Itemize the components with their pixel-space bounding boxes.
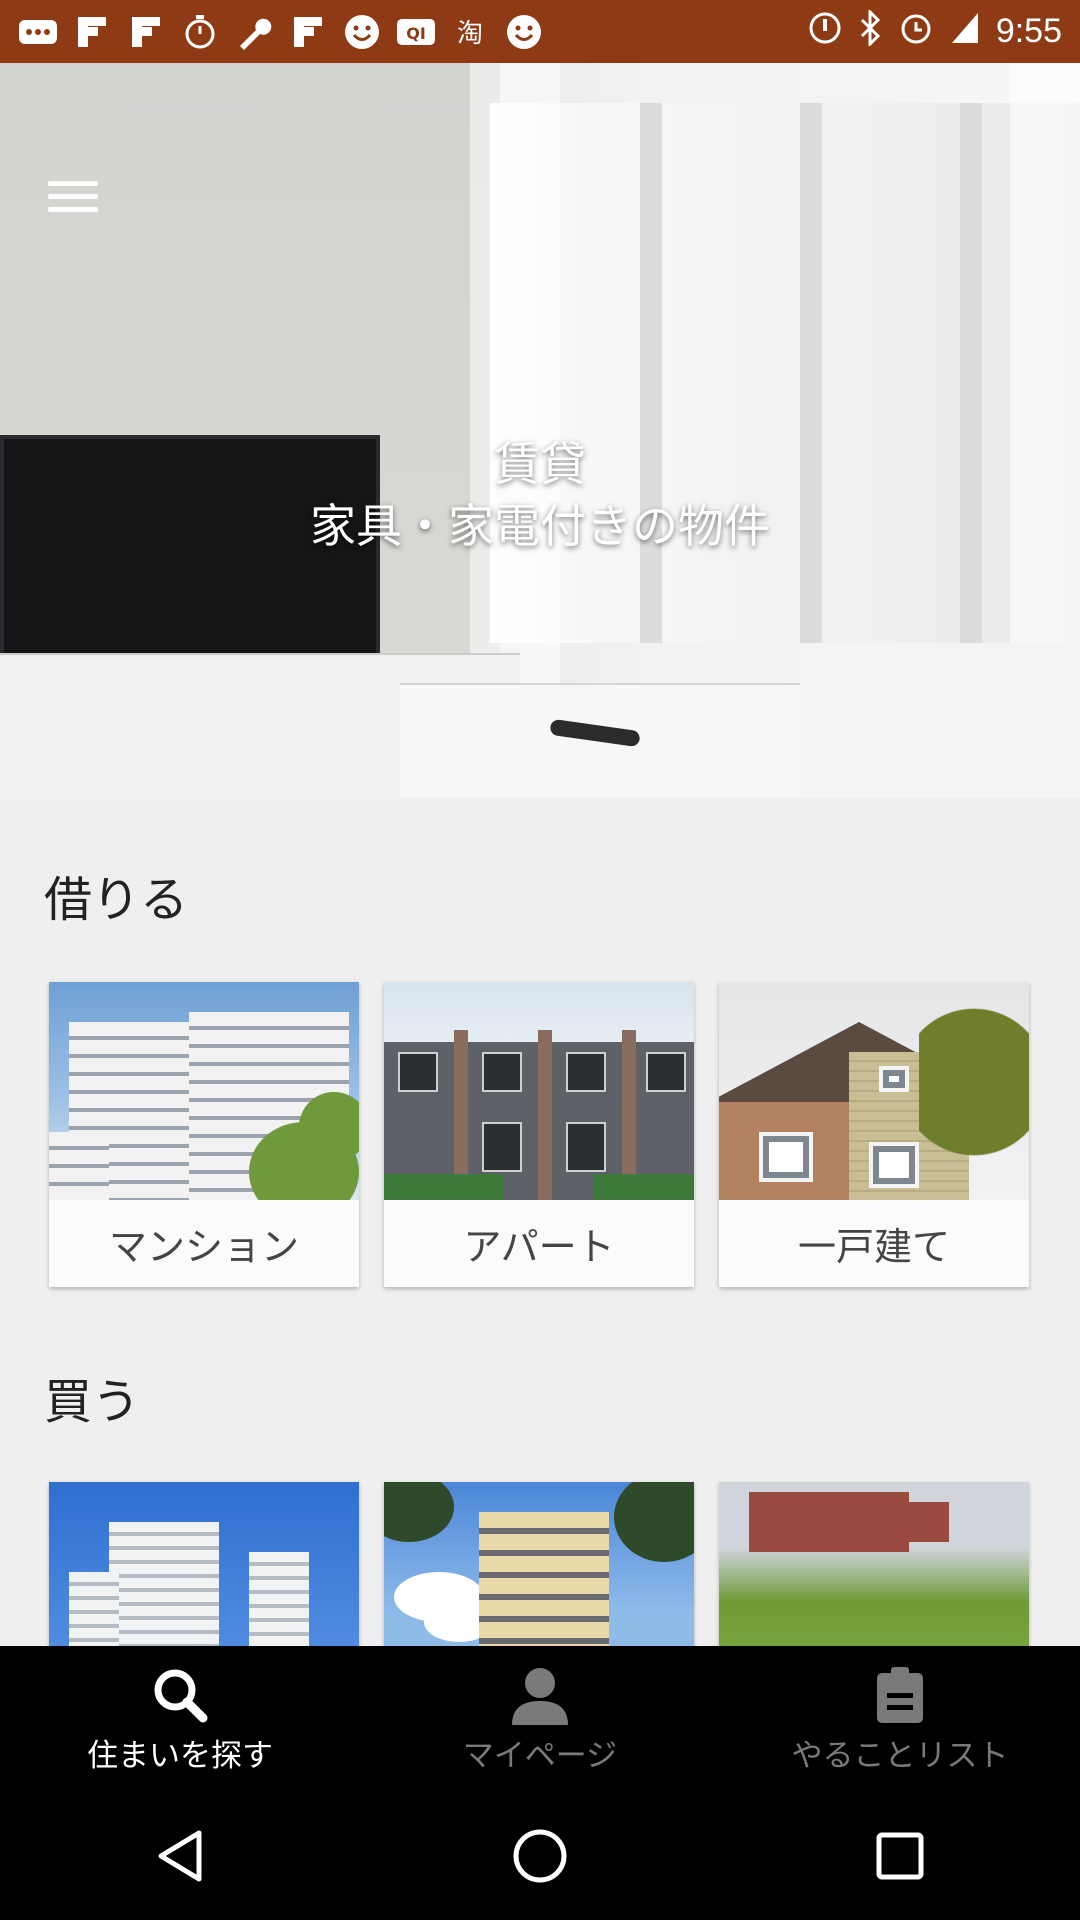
flipboard-icon (72, 12, 112, 52)
svg-text:QI: QI (406, 24, 426, 43)
nav-mypage-label: マイページ (462, 1737, 618, 1774)
signal-icon (950, 11, 980, 53)
taobao-icon: 淘 (450, 12, 490, 52)
back-triangle-icon (158, 1830, 202, 1882)
house-photo (719, 982, 1029, 1200)
nav-search-home-label: 住まいを探す (87, 1737, 273, 1774)
clipboard-icon (875, 1664, 925, 1726)
battery-saver-icon (808, 11, 842, 53)
system-navigation-bar (0, 1792, 1080, 1920)
hero-title-line1: 賃貸 (494, 437, 586, 491)
bluetooth-icon (858, 7, 882, 54)
mansion-label: マンション (49, 1200, 359, 1287)
apartment-card[interactable]: アパート (384, 982, 694, 1287)
hero-carousel[interactable]: 賃貸 家具・家電付きの物件 (0, 63, 1080, 798)
person-icon (510, 1664, 570, 1726)
home-button[interactable] (495, 1811, 585, 1901)
rent-section-title: 借りる (44, 872, 189, 928)
clock: 9:55 (995, 12, 1062, 50)
qq-icon: QI (396, 12, 436, 52)
status-bar: QI 淘 9:55 (0, 0, 1080, 63)
nav-todo-list[interactable]: やることリスト (720, 1646, 1080, 1792)
search-icon (150, 1664, 210, 1726)
stopwatch-icon (180, 12, 220, 52)
rent-cards: マンション アパート 一戸建て (49, 982, 1029, 1287)
buy-section-title: 買う (44, 1374, 141, 1430)
hero-title[interactable]: 賃貸 家具・家電付きの物件 (0, 433, 1080, 557)
house-card[interactable]: 一戸建て (719, 982, 1029, 1287)
hamburger-icon (48, 181, 98, 186)
alarm-icon (898, 10, 934, 54)
svg-text:淘: 淘 (457, 19, 483, 49)
notification-icons: QI 淘 (18, 12, 808, 52)
recents-button[interactable] (855, 1811, 945, 1901)
apartment-photo (384, 982, 694, 1200)
hero-title-line2: 家具・家電付きの物件 (310, 499, 770, 553)
flipboard-icon (126, 12, 166, 52)
smiley-icon (342, 12, 382, 52)
wrench-icon (234, 12, 274, 52)
mansion-photo (49, 982, 359, 1200)
mansion-card[interactable]: マンション (49, 982, 359, 1287)
apartment-label: アパート (384, 1200, 694, 1287)
house-label: 一戸建て (719, 1200, 1029, 1287)
back-button[interactable] (135, 1811, 225, 1901)
nav-mypage[interactable]: マイページ (360, 1646, 720, 1792)
recents-square-icon (876, 1832, 924, 1880)
flipboard-icon (288, 12, 328, 52)
more-icon (18, 12, 58, 52)
smiley-icon (504, 12, 544, 52)
nav-todo-list-label: やることリスト (791, 1737, 1009, 1774)
system-status: 9:55 (808, 7, 1062, 54)
home-circle-icon (513, 1829, 567, 1883)
sofa-image (850, 643, 1080, 798)
menu-button[interactable] (48, 181, 98, 221)
bottom-navigation: 住まいを探す マイページ やることリスト (0, 1646, 1080, 1792)
nav-search-home[interactable]: 住まいを探す (0, 1646, 360, 1792)
window-image (490, 103, 1080, 643)
